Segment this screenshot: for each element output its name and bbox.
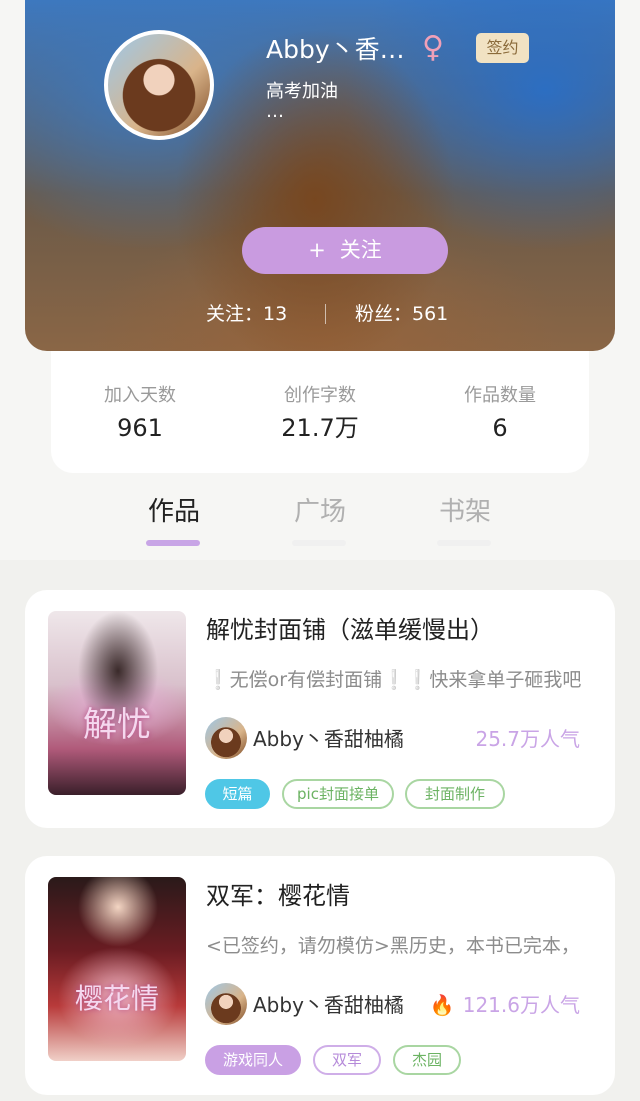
stat-join-days: 加入天数 961 (60, 383, 220, 445)
popularity-count: 🔥 121.6万人气 (430, 990, 580, 1020)
tag-game-fanfic[interactable]: 游戏同人 (205, 1045, 301, 1075)
profile-avatar[interactable] (104, 30, 214, 140)
divider (325, 304, 326, 324)
tab-indicator (437, 540, 491, 546)
book-card[interactable]: 解忧 解忧封面铺（滋单缓慢出） ❕无偿or有偿封面铺❕❕快来拿单子砸我吧 Abb… (25, 590, 615, 828)
popularity-count: 25.7万人气 (475, 727, 580, 751)
tab-bookshelf[interactable]: 书架 (415, 490, 515, 546)
stat-word-count: 创作字数 21.7万 (240, 383, 400, 445)
follow-button-label: 关注 (339, 238, 382, 262)
stat-label: 作品数量 (464, 385, 536, 406)
tab-square[interactable]: 广场 (270, 490, 370, 546)
tag-shuangjun[interactable]: 双军 (313, 1045, 381, 1075)
tag-cover-orders[interactable]: pic封面接单 (282, 779, 394, 809)
cover-title: 解忧 (83, 705, 151, 745)
follow-button[interactable]: + 关注 (242, 227, 448, 274)
social-counts: 关注：13 粉丝：561 (25, 298, 615, 330)
signed-badge: 签约 (476, 33, 529, 63)
fans-count[interactable]: 粉丝：561 (355, 298, 448, 330)
cover-title: 樱花情 (74, 982, 159, 1015)
book-card[interactable]: 樱花情 双军：樱花情 <已签约，请勿模仿>黑历史，本书已完本， Abby丶香甜柚… (25, 856, 615, 1095)
content-tabs: 作品 广场 书架 (0, 490, 640, 550)
book-description: <已签约，请勿模仿>黑历史，本书已完本， (206, 935, 580, 957)
author-name[interactable]: Abby丶香甜柚橘 (253, 990, 404, 1020)
author-avatar[interactable] (205, 717, 247, 759)
tag-cover-making[interactable]: 封面制作 (405, 779, 505, 809)
stats-card: 加入天数 961 创作字数 21.7万 作品数量 6 (51, 351, 589, 473)
stat-label: 加入天数 (104, 385, 176, 406)
tag-short-story[interactable]: 短篇 (205, 779, 270, 809)
plus-icon: + (308, 238, 326, 262)
stat-works-count: 作品数量 6 (420, 383, 580, 445)
stat-value: 21.7万 (281, 414, 359, 442)
tab-indicator (146, 540, 200, 546)
author-name[interactable]: Abby丶香甜柚橘 (253, 724, 404, 754)
popularity-text: 121.6万人气 (462, 993, 580, 1017)
stat-label: 创作字数 (284, 385, 356, 406)
profile-header: Abby丶香… ♀ 签约 高考加油 … + 关注 关注：13 粉丝：561 (25, 0, 615, 351)
tag-jieyuan[interactable]: 杰园 (393, 1045, 461, 1075)
book-title[interactable]: 解忧封面铺（滋单缓慢出） (206, 613, 494, 647)
tab-label: 作品 (147, 497, 200, 527)
flame-icon: 🔥 (429, 993, 455, 1017)
stat-value: 6 (492, 414, 508, 442)
tab-label: 书架 (438, 497, 491, 527)
profile-nickname: Abby丶香… (266, 35, 405, 64)
book-description: ❕无偿or有偿封面铺❕❕快来拿单子砸我吧 (206, 669, 582, 691)
book-title[interactable]: 双军：樱花情 (206, 879, 350, 913)
stat-value: 961 (117, 414, 163, 442)
bio-more[interactable]: … (266, 102, 284, 122)
tab-indicator (292, 540, 346, 546)
following-count[interactable]: 关注：13 (206, 298, 287, 330)
book-cover[interactable]: 解忧 (48, 611, 186, 795)
female-gender-icon: ♀ (422, 30, 444, 65)
tab-works[interactable]: 作品 (124, 490, 224, 546)
book-cover[interactable]: 樱花情 (48, 877, 186, 1061)
author-avatar[interactable] (205, 983, 247, 1025)
tab-label: 广场 (293, 497, 346, 527)
